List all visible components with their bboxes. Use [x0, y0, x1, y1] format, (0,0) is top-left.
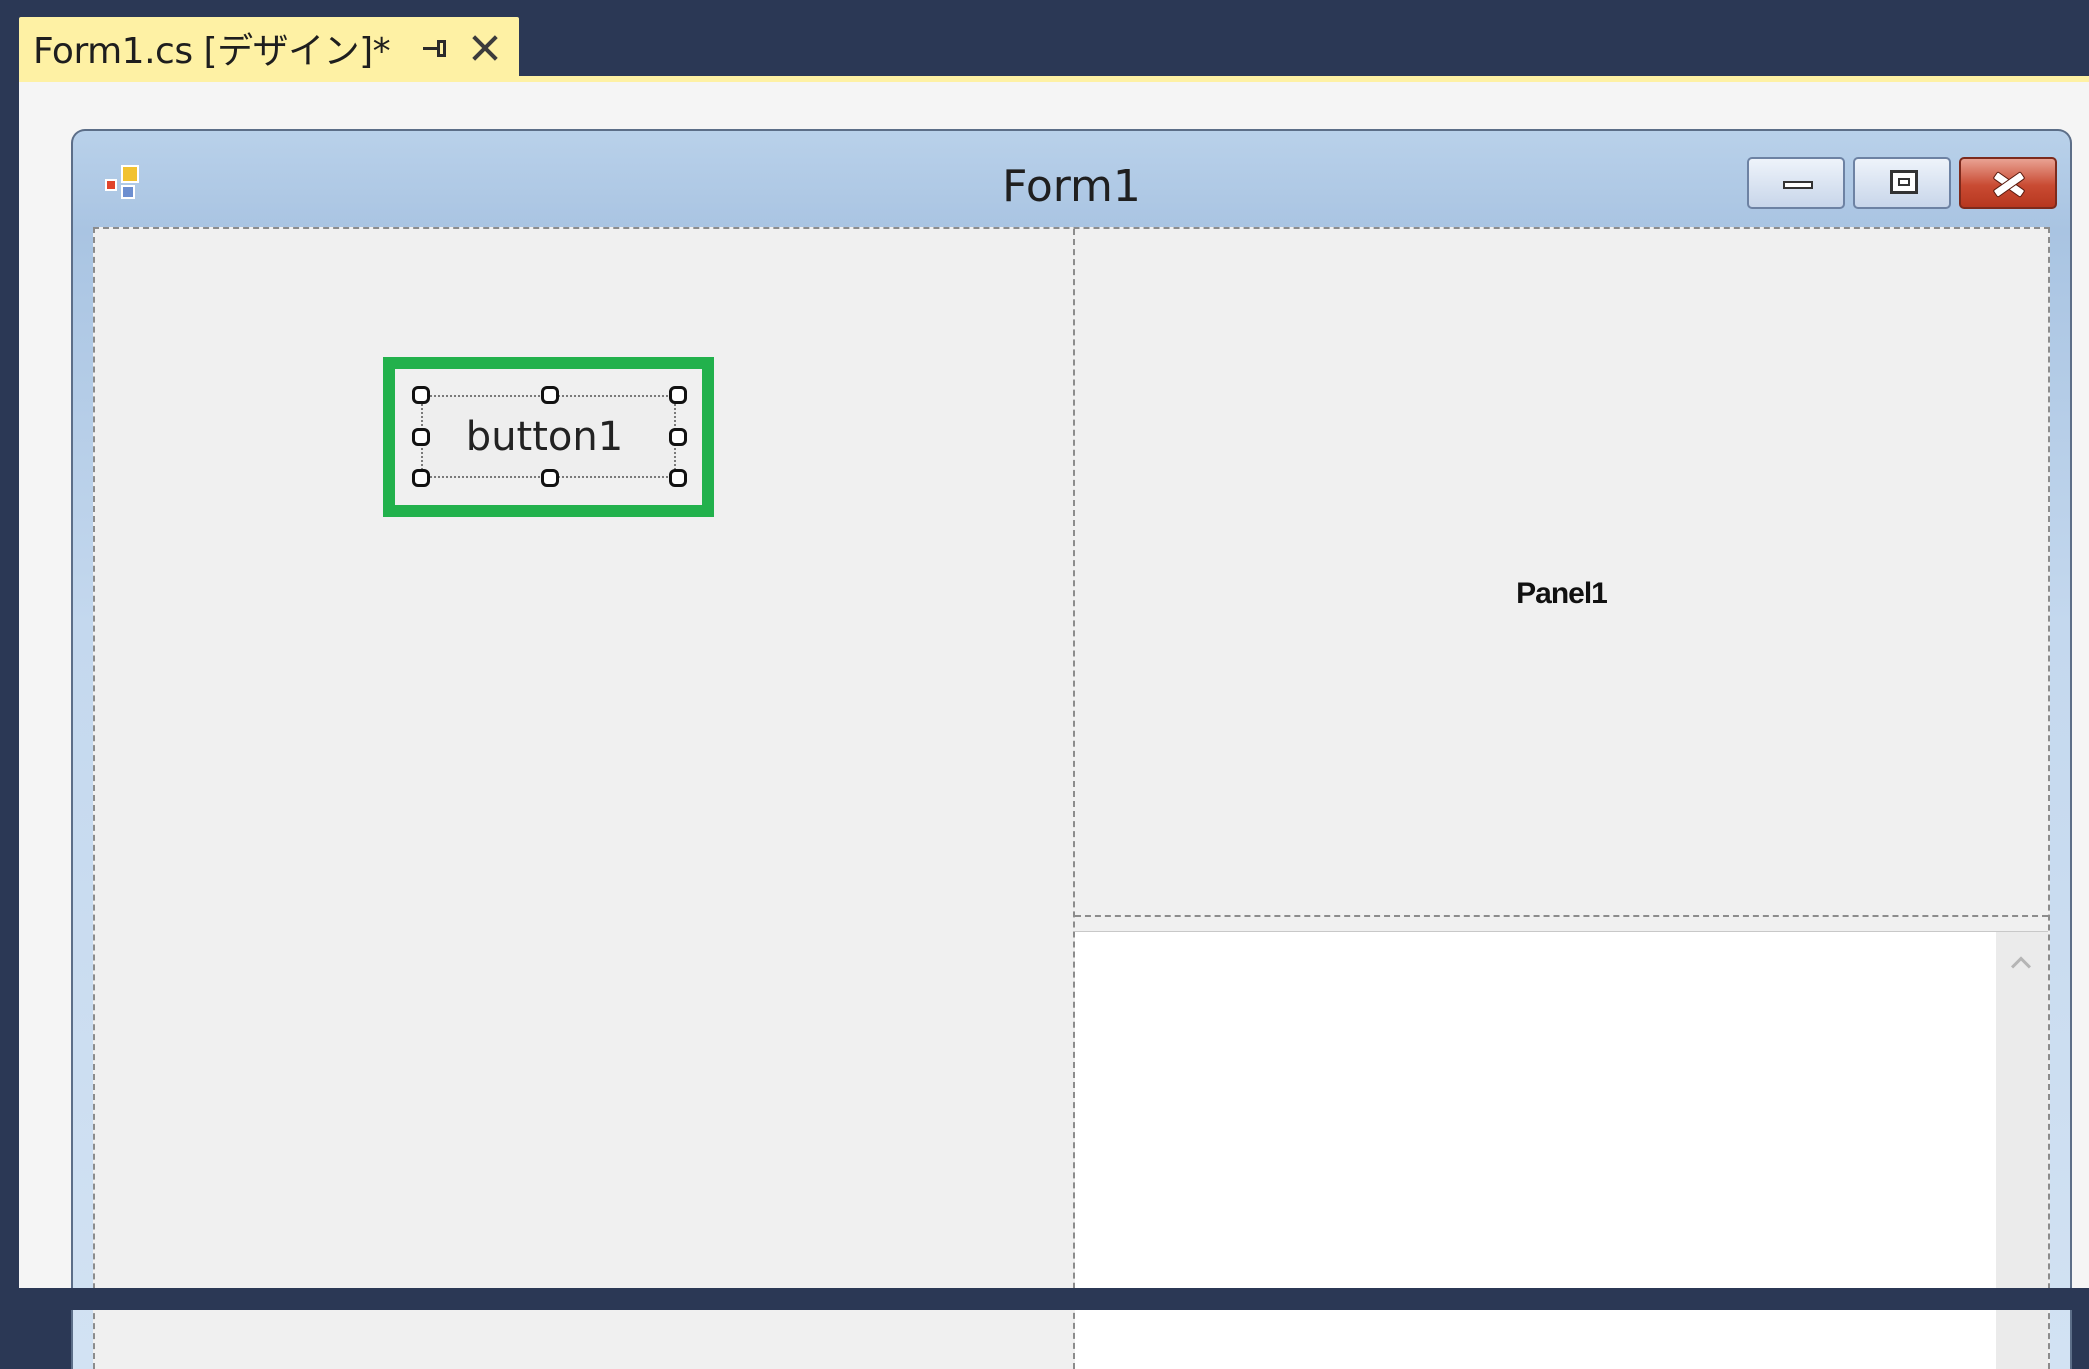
button1[interactable]: button1 — [412, 386, 687, 487]
maximize-icon — [1890, 170, 1918, 194]
resize-handle-bottom-left[interactable] — [412, 469, 430, 487]
ide-bottom-strip — [0, 1288, 2089, 1310]
document-tab-title[interactable]: Form1.cs [デザイン]* — [33, 22, 391, 74]
scroll-up-icon[interactable] — [2010, 952, 2032, 974]
resize-handle-bottom-right[interactable] — [669, 469, 687, 487]
resize-handle-top-right[interactable] — [669, 386, 687, 404]
selection-highlight: button1 — [383, 357, 714, 517]
pin-icon[interactable] — [420, 33, 450, 63]
split-container-left-panel[interactable]: button1 — [95, 229, 1075, 1369]
minimize-icon — [1783, 181, 1813, 189]
resize-handle-bottom[interactable] — [541, 469, 559, 487]
form-window[interactable]: Form1 button1 Panel1 — [71, 129, 2072, 1369]
close-window-icon — [1991, 169, 2027, 199]
form-client-area[interactable]: button1 Panel1 — [93, 227, 2050, 1369]
resize-handle-right[interactable] — [669, 428, 687, 446]
panel1-label: Panel1 — [1516, 577, 1608, 610]
maximize-button[interactable] — [1853, 157, 1951, 209]
minimize-button[interactable] — [1747, 157, 1845, 209]
resize-handle-top[interactable] — [541, 386, 559, 404]
button1-label: button1 — [465, 413, 624, 460]
document-tab[interactable]: Form1.cs [デザイン]* — [19, 17, 519, 79]
panel1[interactable]: Panel1 — [1075, 229, 2048, 917]
close-icon[interactable] — [468, 31, 502, 65]
resize-handle-top-left[interactable] — [412, 386, 430, 404]
close-window-button[interactable] — [1959, 157, 2057, 209]
designer-surface[interactable]: Form1 button1 Panel1 — [19, 82, 2089, 1369]
resize-handle-left[interactable] — [412, 428, 430, 446]
